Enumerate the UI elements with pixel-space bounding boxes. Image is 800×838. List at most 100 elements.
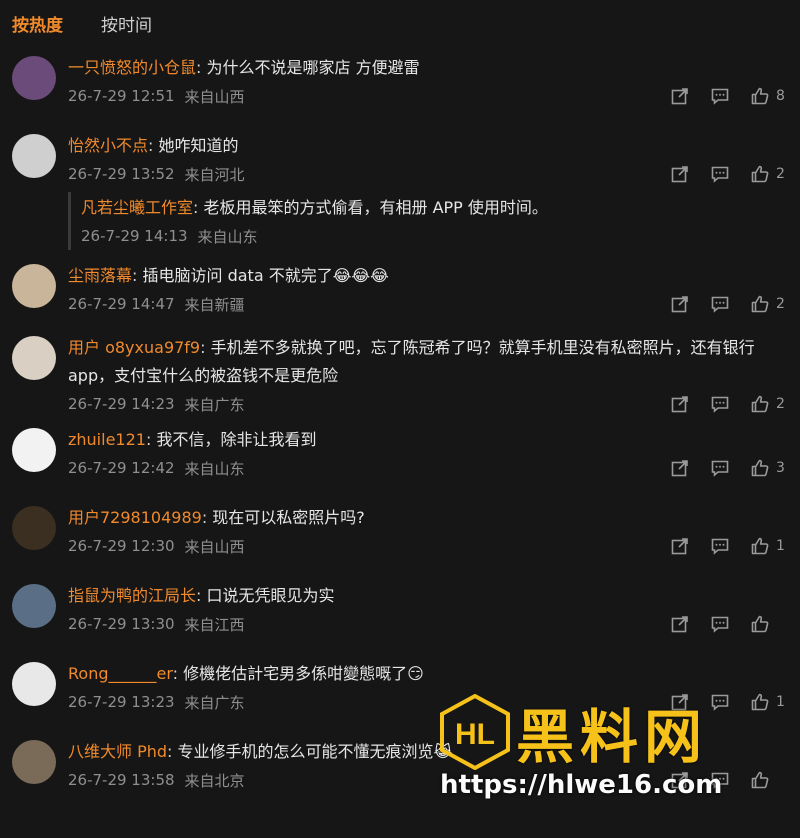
comment-actions: 2 [650,294,786,314]
share-icon[interactable] [670,294,690,314]
comment-username[interactable]: zhuile121 [68,430,146,449]
comment-username[interactable]: 尘雨落幕 [68,266,132,285]
share-icon[interactable] [670,458,690,478]
reply-icon[interactable] [710,614,730,634]
comment-item: Rong______er: 修機佬估計宅男多係咁變態嘅了😏 26-7-29 13:… [0,652,800,730]
comment-meta: 26-7-29 12:30 来自山西 1 [68,532,786,560]
avatar[interactable] [12,134,56,178]
comment-time: 26-7-29 12:30 [68,537,175,555]
comment-username[interactable]: 指鼠为鸭的江局长 [68,586,196,605]
avatar[interactable] [12,584,56,628]
comment-time: 26-7-29 12:51 [68,87,175,105]
comment-username[interactable]: Rong______er [68,664,173,683]
comment-item: 尘雨落幕: 插电脑访问 data 不就完了😂😂😂 26-7-29 14:47 来自新… [0,254,800,326]
reply-username[interactable]: 凡若尘曦工作室 [81,198,193,217]
like-count: 2 [776,396,785,412]
like-button[interactable]: 2 [750,394,786,414]
avatar[interactable] [12,56,56,100]
share-icon[interactable] [670,692,690,712]
like-count: 3 [776,460,785,476]
reply-text: 老板用最笨的方式偷看，有相册 APP 使用时间。 [203,198,548,217]
comment-username[interactable]: 一只愤怒的小仓鼠 [68,58,196,77]
comment-location: 来自河北 [184,165,245,184]
comment-meta: 26-7-29 13:30 来自江西 [68,610,786,638]
comment-meta: 26-7-29 13:52 来自河北 2 [68,160,786,188]
comment-location: 来自新疆 [184,295,245,314]
reply-time: 26-7-29 14:13 [81,227,188,245]
reply-icon[interactable] [710,536,730,556]
comment-username[interactable]: 用户7298104989 [68,508,202,527]
comment-text: 口说无凭眼见为实 [206,586,335,605]
reply-icon[interactable] [710,394,730,414]
comment-item: 指鼠为鸭的江局长: 口说无凭眼见为实 26-7-29 13:30 来自江西 [0,574,800,652]
reply-icon[interactable] [710,164,730,184]
reply-line: 凡若尘曦工作室: 老板用最笨的方式偷看，有相册 APP 使用时间。 [81,192,786,222]
reply-icon[interactable] [710,294,730,314]
colon: : [167,742,178,761]
tab-by-time[interactable]: 按时间 [101,11,152,36]
comment-meta: 26-7-29 13:58 来自北京 [68,766,786,794]
share-icon[interactable] [670,86,690,106]
comment-text: 插电脑访问 data 不就完了😂😂😂 [142,266,389,285]
like-button[interactable]: 8 [750,86,786,106]
avatar[interactable] [12,336,56,380]
comment-username[interactable]: 用户 o8yxua97f9 [68,338,200,357]
like-button[interactable]: 3 [750,458,786,478]
comment-text: 我不信，除非让我看到 [156,430,317,449]
colon: : [201,508,213,527]
colon: : [172,664,184,683]
comment-item: 一只愤怒的小仓鼠: 为什么不说是哪家店 方便避雷 26-7-29 12:51 来自山… [0,46,800,124]
share-icon[interactable] [670,770,690,790]
share-icon[interactable] [670,536,690,556]
reply-meta: 26-7-29 14:13 来自山东 [81,222,786,250]
comment-meta: 26-7-29 14:23 来自广东 2 [68,390,786,418]
colon: : [196,586,207,605]
comment-time: 26-7-29 12:42 [68,459,175,477]
comment-actions [650,614,786,634]
comment-text: 修機佬估計宅男多係咁變態嘅了😏 [183,664,424,683]
like-count: 2 [776,166,785,182]
like-button[interactable]: 1 [750,692,786,712]
comment-item: 用户7298104989: 现在可以私密照片吗? 26-7-29 12:30 来自山… [0,496,800,574]
comment-username[interactable]: 八维大师 Phd [68,742,167,761]
like-count: 1 [776,694,785,710]
comment-time: 26-7-29 14:23 [68,395,175,413]
reply-icon[interactable] [710,770,730,790]
avatar[interactable] [12,662,56,706]
comment-line: 用户7298104989: 现在可以私密照片吗? [68,496,786,532]
comment-actions: 2 [650,164,786,184]
tab-by-hotness[interactable]: 按热度 [12,11,63,36]
avatar[interactable] [12,740,56,784]
comment-text: 现在可以私密照片吗? [212,508,365,527]
comment-location: 来自江西 [184,615,245,634]
comment-time: 26-7-29 13:30 [68,615,175,633]
comment-line: 指鼠为鸭的江局长: 口说无凭眼见为实 [68,574,786,610]
comment-time: 26-7-29 14:47 [68,295,175,313]
share-icon[interactable] [670,614,690,634]
comment-username[interactable]: 怡然小不点 [68,136,148,155]
comment-time: 26-7-29 13:23 [68,693,175,711]
comment-location: 来自北京 [184,771,245,790]
comment-actions: 8 [650,86,786,106]
reply-icon[interactable] [710,458,730,478]
share-icon[interactable] [670,394,690,414]
sort-tabs: 按热度 按时间 [0,0,800,46]
like-button[interactable]: 2 [750,164,786,184]
reply-icon[interactable] [710,86,730,106]
like-button[interactable]: 2 [750,294,786,314]
avatar[interactable] [12,428,56,472]
avatar[interactable] [12,264,56,308]
like-button[interactable]: 1 [750,536,786,556]
reply-icon[interactable] [710,692,730,712]
comment-time: 26-7-29 13:52 [68,165,175,183]
comment-location: 来自广东 [184,395,245,414]
like-button[interactable] [750,614,786,634]
comment-text: 她咋知道的 [158,136,239,155]
share-icon[interactable] [670,164,690,184]
like-button[interactable] [750,770,786,790]
comment-text: 为什么不说是哪家店 方便避雷 [206,58,420,77]
comment-meta: 26-7-29 12:51 来自山西 8 [68,82,786,110]
comment-actions: 1 [650,692,786,712]
comment-actions [650,770,786,790]
avatar[interactable] [12,506,56,550]
